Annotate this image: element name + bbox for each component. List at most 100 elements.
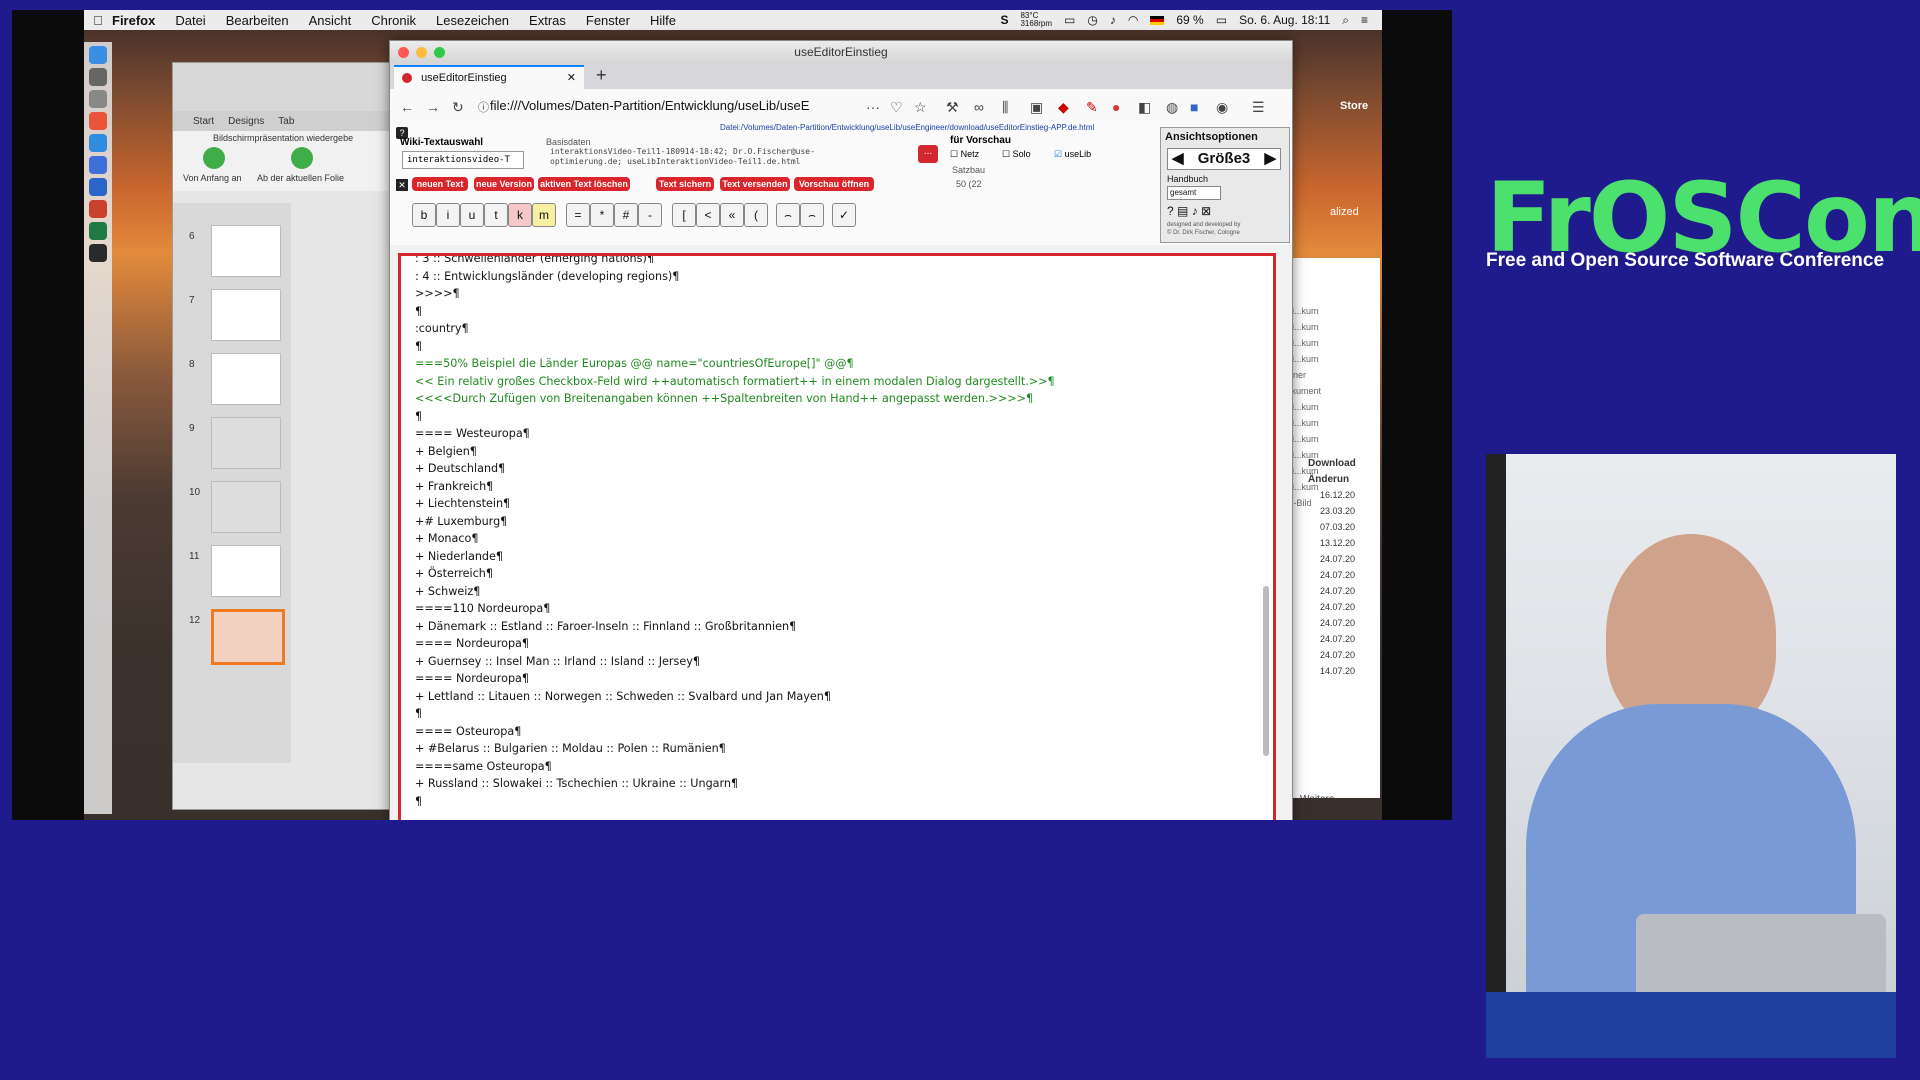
format-button[interactable]: - — [638, 203, 662, 227]
slide-thumbnail[interactable] — [211, 545, 281, 597]
extension-icon[interactable]: ◍ — [1166, 99, 1178, 116]
format-button[interactable]: b — [412, 203, 436, 227]
format-button[interactable]: < — [696, 203, 720, 227]
delete-text-button[interactable]: aktiven Text löschen — [538, 177, 630, 191]
excel-icon[interactable] — [89, 222, 107, 240]
format-button[interactable]: t — [484, 203, 508, 227]
glasses-icon[interactable]: ∞ — [974, 99, 984, 115]
format-button[interactable]: m — [532, 203, 556, 227]
adblock-icon[interactable]: ● — [1112, 99, 1120, 115]
wiki-select[interactable]: interaktionsvideo-T — [402, 151, 524, 169]
slide-thumbnail[interactable] — [211, 417, 281, 469]
format-button[interactable]: ⌢ — [800, 203, 824, 227]
library-icon[interactable]: ⫼ — [1002, 99, 1008, 116]
pocket-icon[interactable]: ♡ — [890, 99, 903, 116]
volume-icon[interactable]: ♪ — [1110, 13, 1116, 27]
speaker-icon[interactable]: ♪ — [1192, 204, 1198, 218]
format-button[interactable]: « — [720, 203, 744, 227]
new-version-button[interactable]: neue Version — [474, 177, 534, 191]
menu-item-lesezeichen[interactable]: Lesezeichen — [436, 13, 509, 28]
pen-icon[interactable]: ✎ — [1086, 99, 1098, 116]
ppt-tab-more[interactable]: Tab — [278, 116, 294, 127]
slide-thumbnail[interactable] — [211, 289, 281, 341]
battery-icon[interactable]: ▭ — [1216, 13, 1227, 27]
back-icon[interactable]: ← — [400, 99, 414, 115]
finder-icon[interactable] — [89, 46, 107, 64]
more-icon[interactable]: ··· — [866, 99, 880, 115]
ublock-icon[interactable]: ◆ — [1058, 99, 1069, 116]
size-increase-icon[interactable]: ▶ — [1264, 149, 1276, 169]
wifi-icon[interactable]: ◠ — [1128, 13, 1138, 27]
forward-icon[interactable]: → — [426, 99, 440, 115]
slide-thumbnail-selected[interactable] — [211, 609, 285, 665]
search-icon[interactable]: ⌕ — [1342, 13, 1349, 28]
handbuch-select[interactable]: gesamt — [1167, 186, 1221, 200]
menu-item-fenster[interactable]: Fenster — [586, 13, 630, 28]
container-icon[interactable]: ■ — [1190, 99, 1198, 115]
menu-app-name[interactable]: Firefox — [112, 13, 155, 28]
close-window-icon[interactable] — [398, 47, 409, 58]
minimize-window-icon[interactable] — [416, 47, 427, 58]
slide-thumbnail[interactable] — [211, 225, 281, 277]
app-icon[interactable] — [89, 156, 107, 174]
powerpoint-icon[interactable] — [89, 200, 107, 218]
menu-item-chronik[interactable]: Chronik — [371, 13, 416, 28]
screenshot-icon[interactable]: ▣ — [1030, 99, 1043, 116]
format-button[interactable]: ⌢ — [776, 203, 800, 227]
settings-icon[interactable] — [89, 90, 107, 108]
chat-icon[interactable]: ▤ — [1177, 204, 1188, 218]
format-button[interactable]: * — [590, 203, 614, 227]
info-icon[interactable]: ⓘ — [478, 99, 489, 115]
play-icon[interactable] — [291, 147, 313, 169]
account-icon[interactable]: ◉ — [1216, 99, 1228, 116]
format-button[interactable]: # — [614, 203, 638, 227]
dots-button[interactable]: ... — [918, 145, 938, 163]
open-preview-button[interactable]: Vorschau öffnen — [794, 177, 874, 191]
ppt-tab-designs[interactable]: Designs — [228, 116, 264, 127]
help-icon[interactable]: ? — [1167, 204, 1174, 218]
apple-icon[interactable]:  — [84, 13, 112, 28]
word-icon[interactable] — [89, 178, 107, 196]
bookmark-icon[interactable]: ☆ — [914, 99, 927, 116]
replay-icon[interactable] — [203, 147, 225, 169]
reload-icon[interactable]: ↻ — [452, 99, 464, 116]
format-button[interactable]: i — [436, 203, 460, 227]
close-tab-icon[interactable]: ✕ — [567, 67, 576, 89]
checkbox-solo[interactable]: ☐ Solo — [1002, 149, 1031, 160]
format-button[interactable]: k — [508, 203, 532, 227]
checkbox-netz[interactable]: ☐ Netz — [950, 149, 979, 160]
format-button[interactable]: ✓ — [832, 203, 856, 227]
tools-icon[interactable]: ⚒ — [946, 99, 959, 116]
wiki-text-editor[interactable]: : 3 :: Schwellenländer (emerging nations… — [398, 253, 1276, 820]
size-decrease-icon[interactable]: ◀ — [1172, 149, 1184, 169]
browser-tab[interactable]: useEditorEinstieg ✕ — [394, 65, 584, 91]
ppt-tab-start[interactable]: Start — [193, 116, 214, 127]
s-icon[interactable]: S — [1000, 13, 1008, 27]
new-tab-icon[interactable]: + — [596, 65, 607, 86]
launchpad-icon[interactable] — [89, 68, 107, 86]
slide-thumbnail[interactable] — [211, 481, 281, 533]
close-editor-icon[interactable]: ✕ — [396, 179, 408, 191]
zoom-window-icon[interactable] — [434, 47, 445, 58]
hamburger-menu-icon[interactable]: ☰ — [1252, 99, 1265, 116]
display-icon[interactable]: ▭ — [1064, 13, 1075, 27]
format-button[interactable]: [ — [672, 203, 696, 227]
new-text-button[interactable]: neuen Text — [412, 177, 468, 191]
list-icon[interactable]: ≡ — [1361, 13, 1368, 27]
save-text-button[interactable]: Text sichern — [656, 177, 714, 191]
sidebar-icon[interactable]: ◧ — [1138, 99, 1151, 116]
terminal-icon[interactable] — [89, 244, 107, 262]
finder-more-link[interactable]: Weitere — [1300, 794, 1334, 805]
menu-item-ansicht[interactable]: Ansicht — [309, 13, 352, 28]
format-button[interactable]: ( — [744, 203, 768, 227]
clock-icon[interactable]: ◷ — [1087, 13, 1097, 27]
send-text-button[interactable]: Text versenden — [720, 177, 790, 191]
editor-scrollbar[interactable] — [1263, 586, 1269, 756]
checkbox-uselib[interactable]: ☑ useLib — [1054, 149, 1091, 160]
firefox-icon[interactable] — [89, 112, 107, 130]
ppt-from-start[interactable]: Von Anfang an — [183, 173, 242, 183]
format-button[interactable]: = — [566, 203, 590, 227]
format-button[interactable]: u — [460, 203, 484, 227]
menu-item-datei[interactable]: Datei — [175, 13, 205, 28]
flag-icon[interactable] — [1150, 15, 1165, 25]
